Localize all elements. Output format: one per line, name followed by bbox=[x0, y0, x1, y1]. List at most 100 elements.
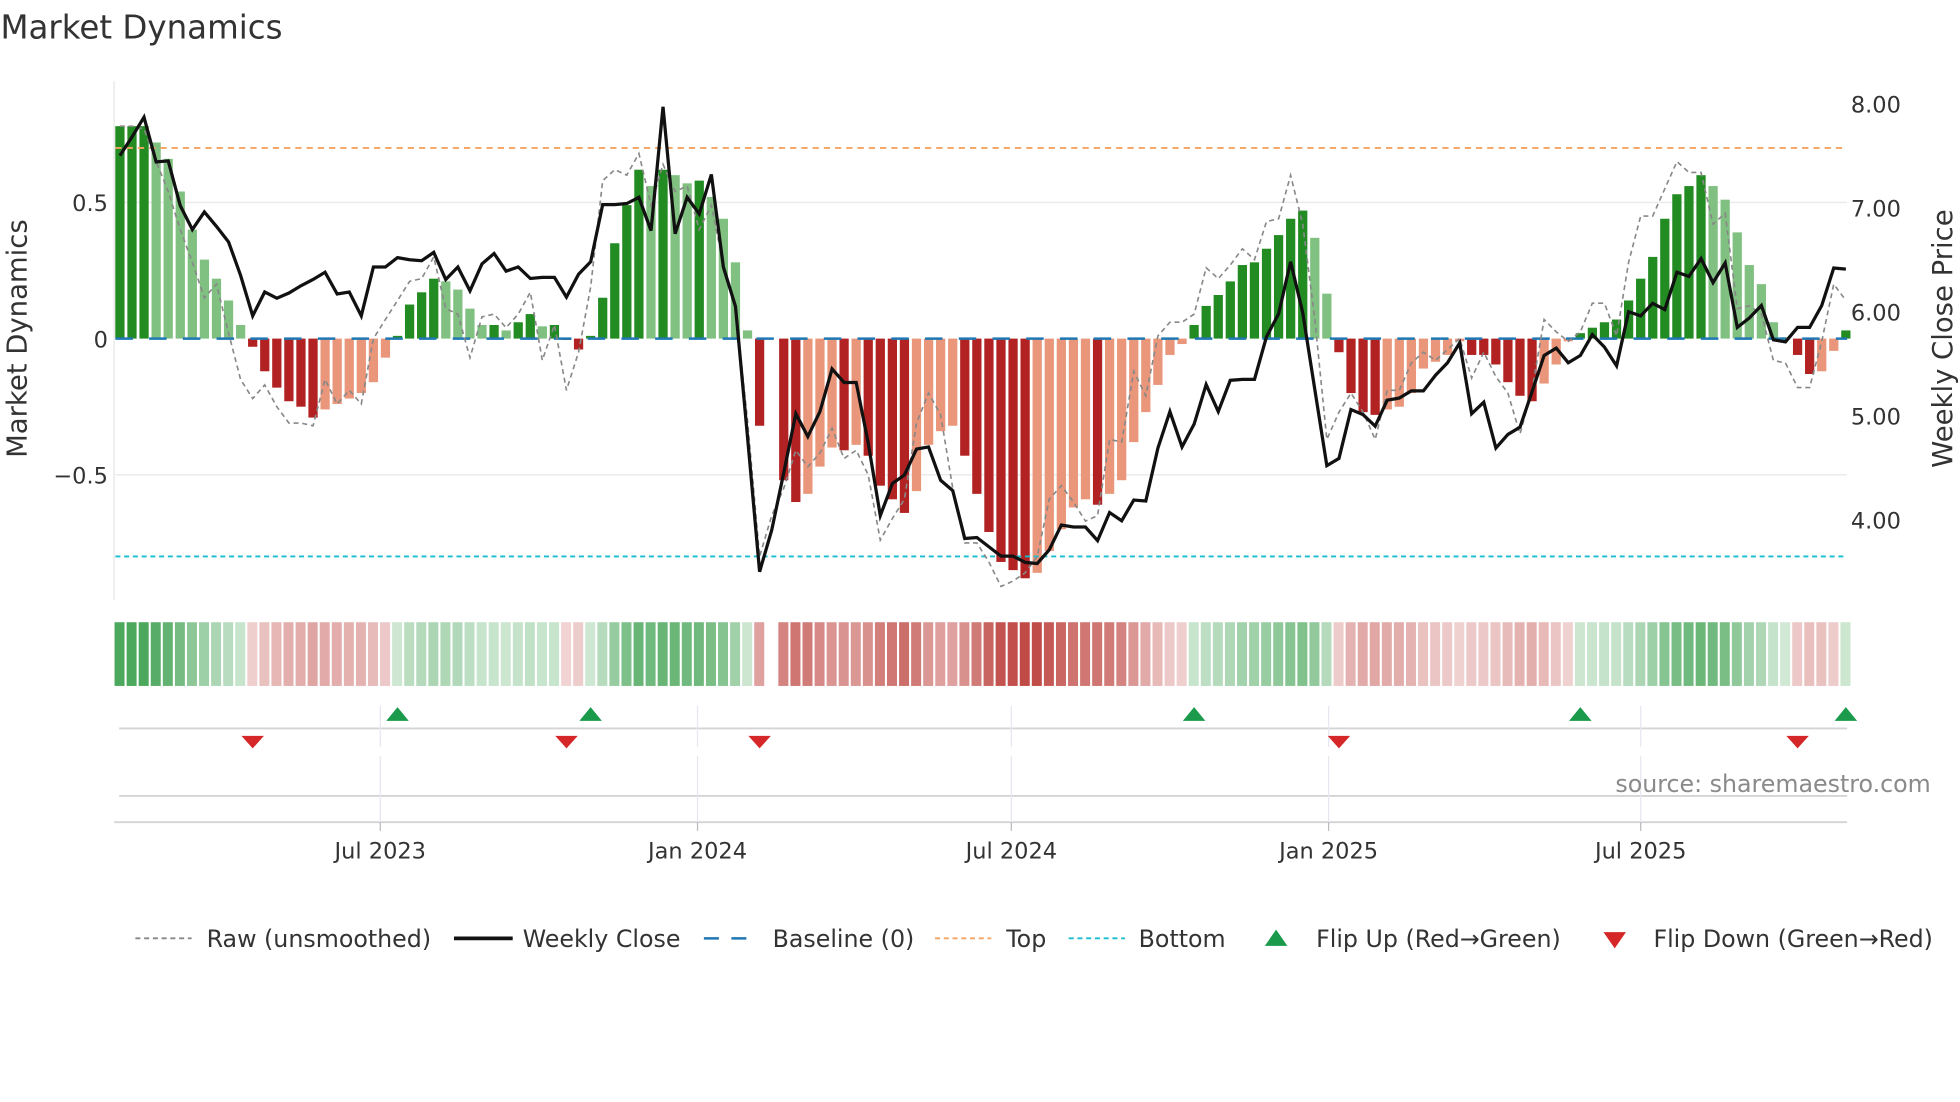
strip-cell bbox=[1816, 622, 1827, 686]
momentum-bar bbox=[1104, 338, 1115, 494]
strip-cell bbox=[1478, 622, 1489, 686]
momentum-bar bbox=[1165, 338, 1175, 355]
momentum-bar bbox=[163, 158, 173, 339]
strip-cell bbox=[983, 622, 994, 686]
strip-cell bbox=[259, 622, 270, 686]
momentum-bar bbox=[1370, 338, 1380, 415]
strip-cell bbox=[536, 622, 547, 686]
momentum-bar bbox=[1648, 256, 1658, 339]
momentum-bar bbox=[1092, 338, 1103, 505]
strip-cell bbox=[235, 622, 246, 686]
strip-cell bbox=[911, 622, 922, 686]
strip-cell bbox=[512, 622, 523, 686]
strip-cell bbox=[657, 622, 668, 686]
y-tick-label: −0.5 bbox=[53, 464, 108, 490]
momentum-bars bbox=[115, 126, 1851, 579]
flip-down-marker bbox=[1327, 735, 1351, 749]
momentum-bar bbox=[1225, 281, 1235, 339]
strip-cell bbox=[1031, 622, 1042, 686]
series-lines bbox=[118, 106, 1847, 588]
momentum-bar bbox=[803, 338, 813, 494]
x-tick-label: Jul 2024 bbox=[964, 838, 1057, 864]
momentum-bar bbox=[1056, 338, 1066, 530]
flip-up-marker bbox=[1834, 707, 1858, 721]
strip-cell bbox=[114, 622, 125, 686]
flip-up-marker bbox=[1182, 707, 1206, 721]
momentum-bar bbox=[1141, 338, 1151, 413]
strip-cell bbox=[1092, 622, 1103, 686]
momentum-bar bbox=[1213, 295, 1223, 339]
momentum-bar bbox=[1672, 194, 1682, 339]
momentum-bar bbox=[1177, 338, 1187, 345]
flip-down-triangle-icon bbox=[1603, 932, 1626, 949]
strip-cell bbox=[1345, 622, 1356, 686]
strip-cell bbox=[380, 622, 391, 686]
momentum-bar bbox=[235, 324, 246, 339]
momentum-bar bbox=[187, 229, 197, 339]
strip-cell bbox=[621, 622, 632, 686]
strip-cell bbox=[1611, 622, 1622, 686]
strip-cell bbox=[488, 622, 499, 686]
momentum-bar bbox=[887, 338, 897, 500]
momentum-bar bbox=[404, 304, 415, 339]
strip-cell bbox=[862, 622, 873, 686]
y-axis-label: Market Dynamics bbox=[2, 219, 34, 458]
strip-cell bbox=[1104, 622, 1115, 686]
strip-cell bbox=[1599, 622, 1610, 686]
strip-cell bbox=[597, 622, 608, 686]
strip-cell bbox=[923, 622, 934, 686]
strip-cell bbox=[1695, 622, 1706, 686]
strip-cell bbox=[549, 622, 560, 686]
legend-close-label: Weekly Close bbox=[523, 925, 681, 953]
momentum-bar bbox=[754, 338, 765, 426]
strip-cell bbox=[874, 622, 885, 686]
strip-cell bbox=[1043, 622, 1054, 686]
strip-cell bbox=[1623, 622, 1634, 686]
strip-cell bbox=[1659, 622, 1670, 686]
strip-cell bbox=[971, 622, 982, 686]
momentum-bar bbox=[1008, 338, 1018, 571]
strip-cell bbox=[476, 622, 487, 686]
momentum-bar bbox=[417, 292, 427, 339]
strip-cell bbox=[1454, 622, 1465, 686]
momentum-bar bbox=[260, 338, 270, 372]
momentum-bar bbox=[199, 259, 210, 339]
strip-cell bbox=[935, 622, 946, 686]
strip-cell bbox=[1297, 622, 1308, 686]
strip-cell bbox=[1261, 622, 1272, 686]
strip-cell bbox=[1381, 622, 1392, 686]
legend-flip-up-label: Flip Up (Red→Green) bbox=[1316, 925, 1561, 953]
strip-cell bbox=[1828, 622, 1839, 686]
momentum-bar bbox=[332, 338, 342, 404]
strip-cell bbox=[392, 622, 403, 686]
strip-cell bbox=[283, 622, 294, 686]
x-tick-label: Jan 2025 bbox=[1277, 838, 1378, 864]
momentum-bar bbox=[284, 338, 294, 402]
strip-cell bbox=[838, 622, 849, 686]
strip-cell bbox=[404, 622, 415, 686]
strip-cell bbox=[561, 622, 572, 686]
momentum-bar bbox=[610, 243, 620, 339]
strip-cell bbox=[1418, 622, 1429, 686]
strip-cell bbox=[1200, 622, 1211, 686]
momentum-bar bbox=[1684, 186, 1694, 339]
strip-cell bbox=[1080, 622, 1091, 686]
strip-cell bbox=[524, 622, 535, 686]
strip-cell bbox=[1490, 622, 1501, 686]
strip-cell bbox=[331, 622, 342, 686]
strip-cell bbox=[1743, 622, 1754, 686]
strip-cell bbox=[1273, 622, 1284, 686]
strip-cell bbox=[1164, 622, 1175, 686]
strip-cell bbox=[1007, 622, 1018, 686]
strip-cell bbox=[790, 622, 801, 686]
strip-cell bbox=[343, 622, 354, 686]
strip-cell bbox=[138, 622, 149, 686]
strip-cell bbox=[440, 622, 451, 686]
strip-cell bbox=[307, 622, 318, 686]
strip-cell bbox=[886, 622, 897, 686]
momentum-bar bbox=[296, 338, 306, 407]
momentum-bar bbox=[115, 126, 125, 339]
flip-up-triangle-icon bbox=[1264, 929, 1288, 946]
momentum-bar bbox=[1829, 338, 1839, 351]
strip-cell bbox=[1442, 622, 1453, 686]
